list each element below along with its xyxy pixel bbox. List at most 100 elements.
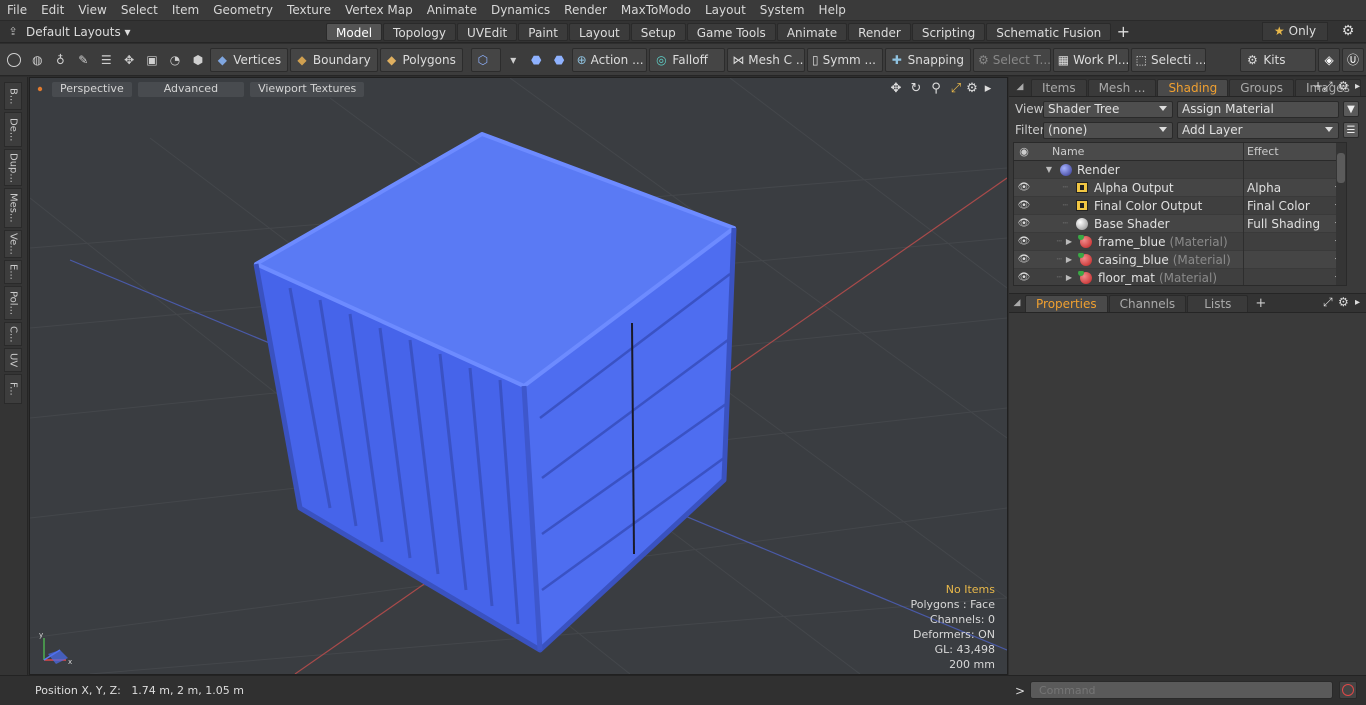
globe-icon[interactable]: ◍ (27, 49, 48, 71)
select-circle-icon[interactable] (4, 49, 25, 71)
kits-button[interactable]: ⚙ Kits (1240, 47, 1317, 72)
side-tab-deform[interactable]: De... (4, 112, 22, 147)
vertices-button[interactable]: ◆ Vertices (210, 47, 289, 72)
tab-schematic-fusion[interactable]: Schematic Fusion (986, 22, 1112, 41)
chevron-down-icon[interactable]: ▾ (503, 49, 524, 71)
side-tab-mesh-edit[interactable]: Mes... (4, 188, 22, 228)
menu-animate[interactable]: Animate (420, 0, 484, 21)
tab-uvedit[interactable]: UVEdit (457, 22, 518, 41)
menu-view[interactable]: View (71, 0, 113, 21)
menu-item[interactable]: Item (165, 0, 206, 21)
tab-groups[interactable]: Groups (1229, 79, 1294, 96)
panel-expand-icon[interactable]: ▸ (1355, 81, 1360, 92)
side-tab-basic[interactable]: B... (4, 82, 22, 110)
panel-maximize-icon[interactable]: ⤢ (1323, 79, 1333, 94)
transform-icon[interactable]: ✥ (119, 49, 140, 71)
panel-menu-icon[interactable]: ◢ (1009, 298, 1025, 308)
tree-row-alpha-output[interactable]: 👁 ┄ Alpha Output Alpha (1014, 178, 1346, 197)
eye-icon[interactable]: 👁 (1014, 218, 1034, 229)
tab-items[interactable]: Items (1031, 79, 1087, 96)
viewport-menu-dot[interactable] (37, 86, 43, 92)
tab-properties[interactable]: Properties (1025, 295, 1108, 312)
tab-paint[interactable]: Paint (518, 22, 568, 41)
polygons-button[interactable]: ◆ Polygons (379, 47, 463, 72)
perspective-view-button[interactable]: Perspective (52, 81, 132, 97)
menu-system[interactable]: System (753, 0, 812, 21)
boundary-button[interactable]: ◆ Boundary (290, 47, 378, 72)
default-layouts-dropdown[interactable]: Default Layouts ▾ (26, 25, 326, 39)
eye-icon[interactable]: 👁 (1014, 254, 1034, 265)
effect-dropdown[interactable] (1243, 232, 1346, 251)
menu-select[interactable]: Select (114, 0, 165, 21)
menu-render[interactable]: Render (557, 0, 614, 21)
element-icon[interactable]: ▣ (142, 49, 163, 71)
3d-viewport[interactable]: Perspective Advanced Viewport Textures ✥… (29, 77, 1008, 675)
eye-icon[interactable]: 👁 (1014, 182, 1034, 193)
command-input[interactable] (1030, 681, 1333, 699)
tab-topology[interactable]: Topology (383, 22, 457, 41)
scene-canvas[interactable] (30, 78, 1007, 674)
side-tab-fusion[interactable]: F... (4, 374, 22, 404)
tab-setup[interactable]: Setup (630, 22, 686, 41)
select-through-button[interactable]: ⚙ Select T... (973, 47, 1051, 72)
properties-maximize-icon[interactable]: ⤢ (1323, 295, 1333, 310)
advanced-shading-button[interactable]: Advanced (137, 81, 245, 97)
menu-edit[interactable]: Edit (34, 0, 71, 21)
side-tab-uv[interactable]: UV (4, 348, 22, 372)
add-layer-dropdown[interactable]: Add Layer (1177, 121, 1339, 139)
chevron-down-icon[interactable]: ▼ (1044, 165, 1054, 174)
side-tab-duplicate[interactable]: Dup... (4, 149, 22, 186)
lasso-icon[interactable]: ♁ (50, 49, 71, 71)
menu-file[interactable]: File (0, 0, 34, 21)
item-mode-icon[interactable]: ⬢ (188, 49, 209, 71)
effect-dropdown[interactable]: Full Shading (1243, 214, 1346, 233)
unity-button[interactable]: ◈ (1318, 47, 1341, 72)
assign-material-button[interactable]: Assign Material (1177, 100, 1339, 118)
panel-add-icon[interactable]: + (1313, 79, 1323, 93)
tree-row-frame-blue[interactable]: 👁 ┄ ▶ frame_blue (Material) (1014, 232, 1346, 251)
tab-layout[interactable]: Layout (568, 22, 630, 41)
unreal-button[interactable]: Ⓤ (1342, 47, 1365, 72)
menu-layout[interactable]: Layout (698, 0, 753, 21)
rotate-view-icon[interactable]: ↻ (907, 81, 925, 96)
side-tab-polygon[interactable]: Pol... (4, 286, 22, 320)
menu-geometry[interactable]: Geometry (206, 0, 280, 21)
shader-tree-scrollbar[interactable] (1336, 143, 1346, 285)
mesh-constraint-button[interactable]: ⋈ Mesh C ... (727, 47, 806, 72)
timer-icon[interactable]: ◔ (165, 49, 186, 71)
tree-row-casing-blue[interactable]: 👁 ┄ ▶ casing_blue (Material) (1014, 250, 1346, 269)
shipping-container-mesh[interactable] (253, 132, 737, 653)
material-mode-button[interactable]: ⬡ (470, 47, 501, 72)
properties-expand-icon[interactable]: ▸ (1355, 297, 1360, 308)
panel-menu-icon[interactable]: ◢ (1009, 82, 1031, 92)
layout-switch-icon[interactable]: ⇪ (0, 25, 26, 38)
menu-vertex-map[interactable]: Vertex Map (338, 0, 420, 21)
side-tab-curve[interactable]: C... (4, 322, 22, 346)
menu-maxtomodo[interactable]: MaxToModo (614, 0, 698, 21)
view-dropdown[interactable]: Shader Tree (1043, 100, 1173, 118)
shield-icon[interactable]: ⬣ (549, 49, 570, 71)
zoom-view-icon[interactable]: ⚲ (927, 81, 945, 96)
effect-dropdown[interactable]: Final Color (1243, 196, 1346, 215)
gear-icon[interactable]: ⚙ (1338, 23, 1358, 39)
brush-select-icon[interactable]: ✎ (73, 49, 94, 71)
side-tab-edge[interactable]: E... (4, 260, 22, 284)
symmetry-button[interactable]: ▯ Symm ... (807, 47, 883, 72)
move-view-icon[interactable]: ✥ (887, 81, 905, 96)
add-tab-icon[interactable]: + (1249, 296, 1266, 311)
list-options-icon[interactable]: ☰ (1343, 122, 1359, 138)
only-toggle[interactable]: ★ Only (1262, 22, 1328, 41)
tab-lists[interactable]: Lists (1187, 295, 1249, 312)
tree-row-final-color-output[interactable]: 👁 ┄ Final Color Output Final Color (1014, 196, 1346, 215)
eye-icon[interactable]: 👁 (1014, 236, 1034, 247)
snapping-button[interactable]: ✚ Snapping (884, 47, 971, 72)
eye-icon[interactable]: 👁 (1014, 200, 1034, 211)
tab-animate[interactable]: Animate (776, 22, 848, 41)
viewport-expand-icon[interactable]: ▸ (979, 81, 997, 96)
action-center-button[interactable]: ⊕ Action ... (571, 47, 648, 72)
tree-row-floor-mat[interactable]: 👁 ┄ ▶ floor_mat (Material) (1014, 268, 1346, 285)
menu-help[interactable]: Help (812, 0, 853, 21)
viewport-textures-button[interactable]: Viewport Textures (250, 81, 365, 97)
chevron-right-icon[interactable]: ▶ (1064, 237, 1074, 246)
add-tab-button[interactable]: + (1112, 22, 1134, 41)
